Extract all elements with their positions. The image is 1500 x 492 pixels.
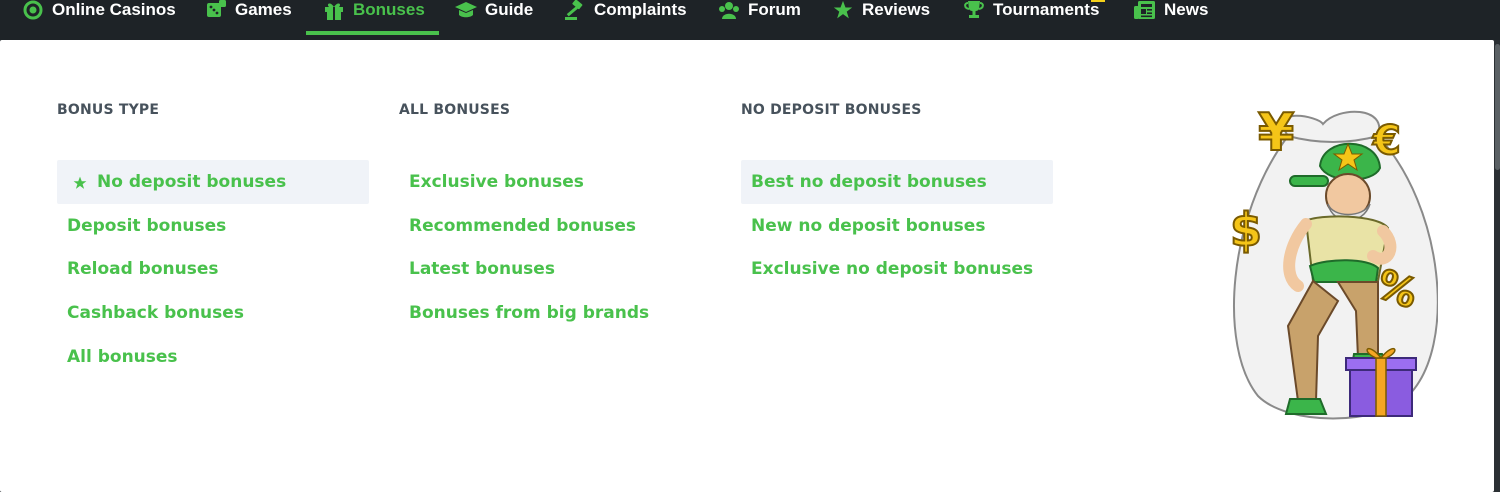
link-recommended-bonuses[interactable]: Recommended bonuses xyxy=(399,204,711,248)
nav-label: Complaints xyxy=(594,0,687,19)
users-icon xyxy=(718,0,740,20)
nav-label: Bonuses xyxy=(353,0,425,19)
link-label: No deposit bonuses xyxy=(97,172,287,192)
link-label: Bonuses from big brands xyxy=(409,303,650,323)
link-latest-bonuses[interactable]: Latest bonuses xyxy=(399,247,711,291)
nav-item-forum[interactable]: Forum xyxy=(718,0,801,34)
nav-item-complaints[interactable]: Complaints xyxy=(564,0,687,34)
link-label: Exclusive no deposit bonuses xyxy=(751,259,1034,279)
nav-item-reviews[interactable]: Reviews xyxy=(832,0,930,34)
link-label: Deposit bonuses xyxy=(67,216,227,236)
link-reload-bonuses[interactable]: Reload bonuses xyxy=(57,247,369,291)
link-label: Exclusive bonuses xyxy=(409,172,584,192)
link-exclusive-bonuses[interactable]: Exclusive bonuses xyxy=(399,160,711,204)
link-label: Recommended bonuses xyxy=(409,216,637,236)
nav-item-tournaments[interactable]: Tournaments xyxy=(963,0,1099,34)
top-navigation: Online Casinos Games Bonuses Guide Compl… xyxy=(0,0,1500,40)
nav-item-bonuses[interactable]: Bonuses xyxy=(323,0,425,34)
new-badge xyxy=(1091,0,1105,2)
svg-text:$: $ xyxy=(1230,203,1262,257)
link-label: New no deposit bonuses xyxy=(751,216,986,236)
nav-label: Guide xyxy=(485,0,534,19)
trophy-icon xyxy=(963,0,985,20)
nav-item-online-casinos[interactable]: Online Casinos xyxy=(22,0,176,34)
bonus-type-heading: BONUS TYPE xyxy=(57,102,160,118)
nav-label: News xyxy=(1164,0,1209,19)
newspaper-icon xyxy=(1134,0,1156,20)
link-label: All bonuses xyxy=(67,347,178,367)
link-label: Cashback bonuses xyxy=(67,303,244,323)
nav-item-guide[interactable]: Guide xyxy=(455,0,533,34)
all-bonuses-heading: ALL BONUSES xyxy=(399,102,511,118)
dice-icon xyxy=(205,0,227,20)
active-tab-indicator xyxy=(306,31,439,35)
scrollbar-thumb[interactable] xyxy=(1495,44,1500,170)
star-icon xyxy=(832,0,854,20)
link-deposit-bonuses[interactable]: Deposit bonuses xyxy=(57,204,369,248)
svg-text:¥: ¥ xyxy=(1258,103,1294,163)
link-no-deposit-bonuses[interactable]: No deposit bonuses xyxy=(57,160,369,204)
link-label: Reload bonuses xyxy=(67,259,219,279)
link-new-no-deposit-bonuses[interactable]: New no deposit bonuses xyxy=(741,204,1053,248)
link-label: Latest bonuses xyxy=(409,259,555,279)
nav-label: Online Casinos xyxy=(52,0,176,19)
link-exclusive-no-deposit-bonuses[interactable]: Exclusive no deposit bonuses xyxy=(741,247,1053,291)
nav-label: Tournaments xyxy=(993,0,1100,19)
nav-label: Games xyxy=(235,0,292,19)
link-label: Best no deposit bonuses xyxy=(751,172,987,192)
nav-label: Reviews xyxy=(862,0,931,19)
link-bonuses-from-big-brands[interactable]: Bonuses from big brands xyxy=(399,291,711,335)
link-cashback-bonuses[interactable]: Cashback bonuses xyxy=(57,291,369,335)
nav-label: Forum xyxy=(748,0,801,19)
graduation-cap-icon xyxy=(455,0,477,20)
gift-icon xyxy=(323,0,345,20)
link-best-no-deposit-bonuses[interactable]: Best no deposit bonuses xyxy=(741,160,1053,204)
star-icon xyxy=(73,175,87,189)
mascot-illustration: ¥ € $ % xyxy=(1228,96,1439,426)
gavel-icon xyxy=(564,0,586,20)
nav-item-games[interactable]: Games xyxy=(205,0,292,34)
no-deposit-heading: NO DEPOSIT BONUSES xyxy=(741,102,922,118)
nav-item-news[interactable]: News xyxy=(1134,0,1208,34)
link-all-bonuses[interactable]: All bonuses xyxy=(57,335,369,379)
chip-icon xyxy=(22,0,44,20)
